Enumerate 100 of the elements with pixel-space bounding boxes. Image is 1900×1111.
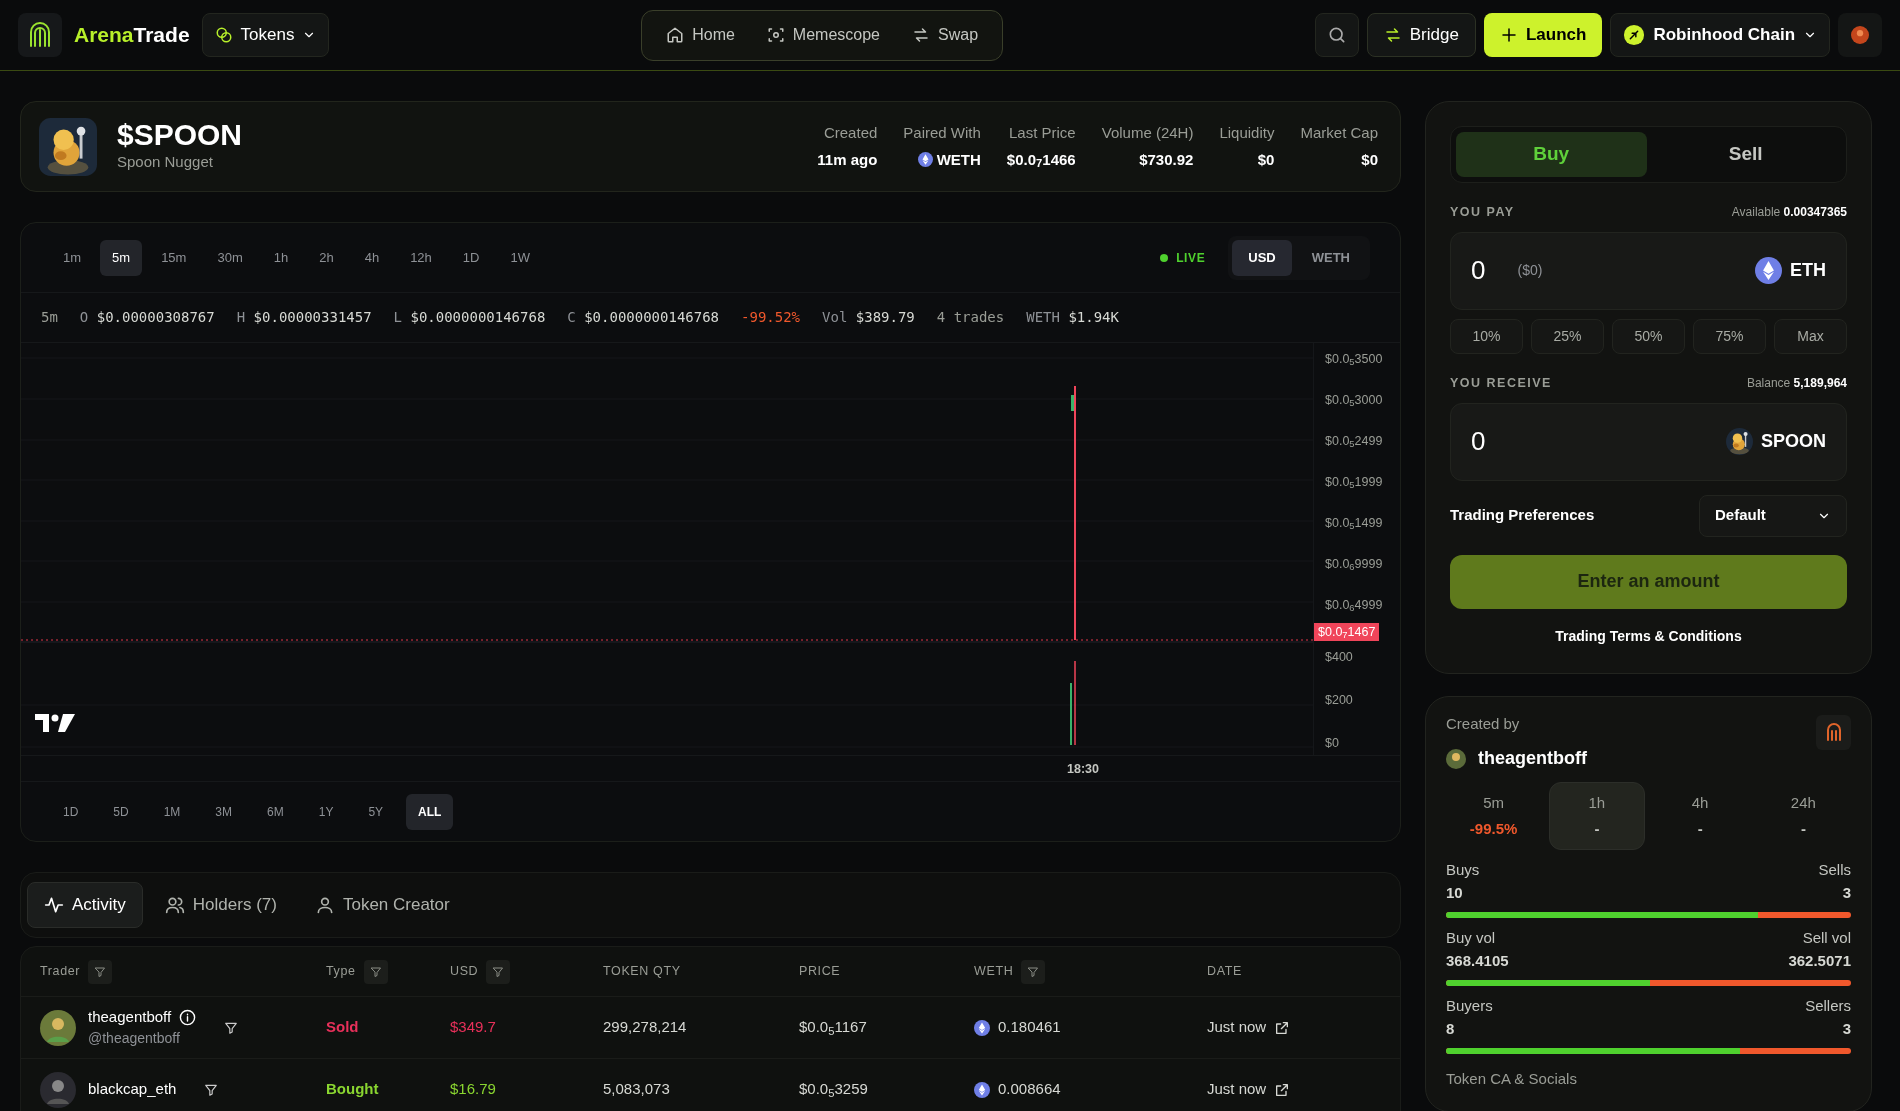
range-tab[interactable]: 1M: [151, 793, 193, 830]
percent-button[interactable]: 10%: [1450, 318, 1523, 354]
launch-button[interactable]: Launch: [1483, 13, 1603, 57]
interval-tab[interactable]: 12h: [398, 239, 444, 276]
interval-tab[interactable]: 30m: [205, 239, 255, 276]
nav-link[interactable]: Memescope: [754, 17, 892, 53]
percent-button[interactable]: 50%: [1612, 318, 1685, 354]
percent-button[interactable]: 75%: [1693, 318, 1766, 354]
tokens-dropdown[interactable]: Tokens: [201, 13, 330, 57]
column-header: Trader: [40, 963, 81, 981]
table-cell-text: 5,083,073: [603, 1079, 671, 1100]
percent-button[interactable]: Max: [1774, 318, 1847, 354]
avatar-icon: [40, 1009, 76, 1046]
ohlc-value: Vol $389.79: [822, 308, 915, 327]
avatar-icon: [1851, 26, 1869, 44]
side-tab[interactable]: Buy: [1456, 132, 1647, 177]
range-tab[interactable]: 1D: [51, 793, 91, 830]
swap-arrows-icon: [1383, 26, 1402, 44]
section-label: Created by: [1446, 713, 1521, 734]
range-tab[interactable]: 6M: [255, 793, 296, 830]
interval-tab[interactable]: 4h: [352, 239, 392, 276]
period-tab[interactable]: 4h -: [1652, 782, 1748, 850]
table-cell-text: 299,278,214: [603, 1017, 688, 1038]
ohlc-label: 4 trades: [936, 308, 1005, 327]
stat-value: WETH: [917, 148, 981, 171]
terms-link[interactable]: Trading Terms & Conditions: [1555, 625, 1742, 647]
filter-icon: [492, 965, 505, 978]
interval-tab[interactable]: 1D: [450, 239, 492, 276]
period-tab[interactable]: 1h -: [1549, 782, 1645, 850]
last-price-tag: $0.0$_{7}$1467: [1314, 623, 1380, 641]
interval-tab[interactable]: 1h: [261, 239, 301, 276]
meter-value: 8: [1446, 1018, 1455, 1039]
ethereum-icon: [1755, 257, 1782, 285]
stat-value: $0: [1257, 149, 1275, 170]
meter-label: Sell vol: [1802, 928, 1851, 948]
side-tab[interactable]: Sell: [1650, 132, 1841, 177]
meter-label: Buys: [1446, 860, 1480, 880]
interval-tab[interactable]: 1m: [51, 239, 94, 276]
range-tab[interactable]: 1Y: [306, 793, 346, 830]
stat-label: Market Cap: [1300, 123, 1378, 143]
activity-tab[interactable]: Token Creator: [298, 882, 466, 928]
balance-text: Available 0.00347365: [1731, 204, 1847, 222]
meter-value: 10: [1446, 882, 1463, 903]
interval-tab[interactable]: 1W: [498, 239, 542, 276]
home-icon: [666, 26, 685, 44]
ethereum-icon: [974, 1019, 990, 1036]
token-label: SPOON: [1761, 430, 1826, 453]
live-indicator: LIVE: [1176, 249, 1206, 267]
nav-link[interactable]: Swap: [900, 17, 991, 53]
interval-tab[interactable]: 5m: [100, 239, 143, 276]
token-name: Spoon Nugget: [117, 152, 214, 173]
column-header: DATE: [1207, 963, 1242, 981]
axis-label: $400: [1325, 649, 1354, 666]
bridge-button[interactable]: Bridge: [1366, 13, 1476, 57]
axis-label: $0.0$_{5}$3500: [1325, 351, 1384, 369]
search-button[interactable]: [1314, 13, 1359, 57]
nav-link[interactable]: Home: [654, 17, 747, 53]
avatar-icon: [40, 1071, 76, 1108]
range-tab[interactable]: 5D: [101, 793, 141, 830]
amount-field[interactable]: 0 SPOON: [1450, 402, 1847, 481]
interval-tab[interactable]: 2h: [307, 239, 346, 276]
chain-dropdown[interactable]: Robinhood Chain: [1610, 13, 1830, 57]
activity-tab[interactable]: Activity: [27, 882, 143, 928]
profile-button[interactable]: [1816, 714, 1851, 750]
preferences-dropdown[interactable]: Default: [1699, 494, 1847, 537]
section-label: YOU PAY: [1450, 204, 1515, 221]
token-symbol: $SPOON: [117, 119, 243, 152]
filter-button[interactable]: [204, 1082, 219, 1097]
range-tab[interactable]: ALL: [406, 793, 454, 830]
table-cell-text: $0.0$_{5}$3259: [799, 1079, 869, 1101]
currency-tab[interactable]: WETH: [1295, 239, 1366, 276]
change-percent: -99.52%: [741, 308, 801, 327]
table-cell-text: Sold: [326, 1017, 360, 1038]
table-cell-text: 0.180461: [998, 1017, 1061, 1038]
percent-button[interactable]: 25%: [1531, 318, 1604, 354]
stat-label: Liquidity: [1219, 123, 1275, 143]
date-link[interactable]: Just now: [1207, 1016, 1381, 1039]
meter-value: 3: [1842, 1018, 1851, 1039]
users-icon: [164, 895, 185, 915]
stat-label: Last Price: [1009, 123, 1076, 143]
activity-tab[interactable]: Holders (7): [148, 882, 293, 928]
currency-tab[interactable]: USD: [1232, 239, 1292, 276]
amount-field[interactable]: 0 ($0) ETH: [1450, 231, 1847, 310]
range-tab[interactable]: 3M: [203, 793, 245, 830]
filter-button[interactable]: [224, 1020, 239, 1035]
ohlc-value: WETH $1.94K: [1026, 308, 1119, 327]
axis-label: $0: [1325, 735, 1340, 752]
live-dot-icon: [1160, 253, 1169, 262]
axis-label: $200: [1325, 692, 1354, 709]
ethereum-icon: [974, 1081, 990, 1098]
period-tab[interactable]: 5m -99.5%: [1446, 782, 1542, 850]
interval-tab[interactable]: 15m: [149, 239, 199, 276]
stat-value: 11m ago: [817, 149, 878, 170]
date-link[interactable]: Just now: [1207, 1078, 1381, 1101]
creator-name: theagentboff: [1478, 747, 1587, 770]
profile-button[interactable]: [1838, 13, 1882, 57]
range-tab[interactable]: 5Y: [356, 793, 396, 830]
trader-handle: @theagentboff: [88, 1029, 181, 1049]
axis-label: $0.0$_{5}$1499: [1325, 515, 1384, 533]
period-tab[interactable]: 24h -: [1755, 782, 1851, 850]
